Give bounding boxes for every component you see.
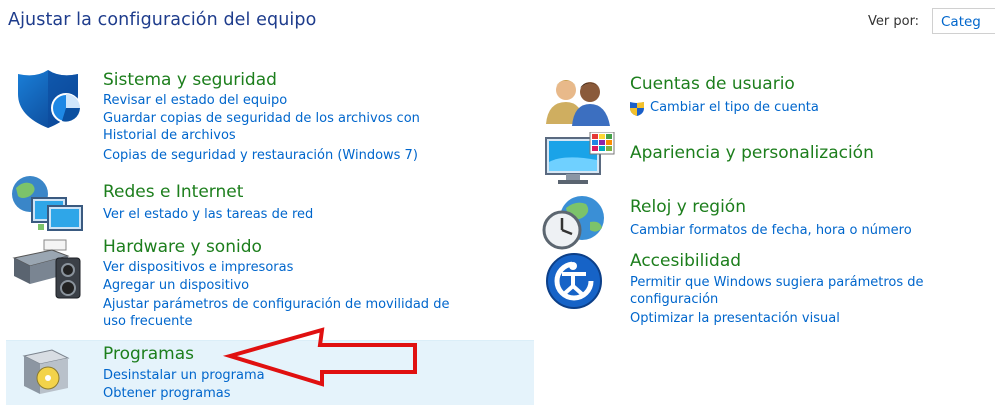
link-network-status[interactable]: Ver el estado y las tareas de red — [103, 207, 313, 223]
view-by-label: Ver por: — [868, 14, 920, 29]
link-get-programs[interactable]: Obtener programas — [103, 386, 231, 402]
link-backup-restore[interactable]: Copias de seguridad y restauración (Wind… — [103, 148, 418, 164]
link-devices-printers[interactable]: Ver dispositivos e impresoras — [103, 260, 293, 276]
view-by-value: Categ — [941, 14, 981, 30]
printer-speaker-icon — [12, 239, 81, 299]
view-by-dropdown[interactable]: Categ — [932, 8, 995, 34]
category-title-clock[interactable]: Reloj y región — [630, 197, 746, 217]
programs-category-highlight[interactable] — [6, 340, 534, 405]
programs-disc-box-icon — [22, 349, 70, 394]
network-globe-icon — [12, 176, 83, 231]
monitor-palette-icon — [545, 132, 615, 184]
category-title-hardware[interactable]: Hardware y sonido — [103, 237, 262, 257]
link-check-status[interactable]: Revisar el estado del equipo — [103, 93, 287, 109]
category-title-programs[interactable]: Programas — [103, 344, 194, 364]
link-add-device[interactable]: Agregar un dispositivo — [103, 278, 249, 294]
clock-globe-icon — [542, 196, 604, 250]
link-change-account-type[interactable]: Cambiar el tipo de cuenta — [650, 100, 819, 116]
link-uninstall-program[interactable]: Desinstalar un programa — [103, 368, 265, 384]
link-mobility-settings-1[interactable]: Ajustar parámetros de configuración de m… — [103, 297, 449, 313]
link-windows-suggest-1[interactable]: Permitir que Windows sugiera parámetros … — [630, 275, 924, 291]
link-mobility-settings-2[interactable]: uso frecuente — [103, 314, 192, 330]
category-title-accounts[interactable]: Cuentas de usuario — [630, 74, 795, 94]
category-title-network[interactable]: Redes e Internet — [103, 182, 243, 202]
link-file-history-1[interactable]: Guardar copias de seguridad de los archi… — [103, 111, 420, 127]
category-title-appearance[interactable]: Apariencia y personalización — [630, 143, 874, 163]
link-date-time-formats[interactable]: Cambiar formatos de fecha, hora o número — [630, 223, 912, 239]
link-optimize-visual[interactable]: Optimizar la presentación visual — [630, 311, 840, 327]
link-windows-suggest-2[interactable]: configuración — [630, 292, 718, 308]
uac-shield-icon — [630, 102, 644, 116]
category-title-system[interactable]: Sistema y seguridad — [103, 70, 277, 90]
link-file-history-2[interactable]: Historial de archivos — [103, 128, 236, 144]
users-icon — [546, 80, 610, 126]
shield-icon — [18, 70, 81, 128]
page-title: Ajustar la configuración del equipo — [8, 10, 317, 30]
accessibility-icon — [546, 253, 602, 309]
category-title-accessibility[interactable]: Accesibilidad — [630, 251, 741, 271]
